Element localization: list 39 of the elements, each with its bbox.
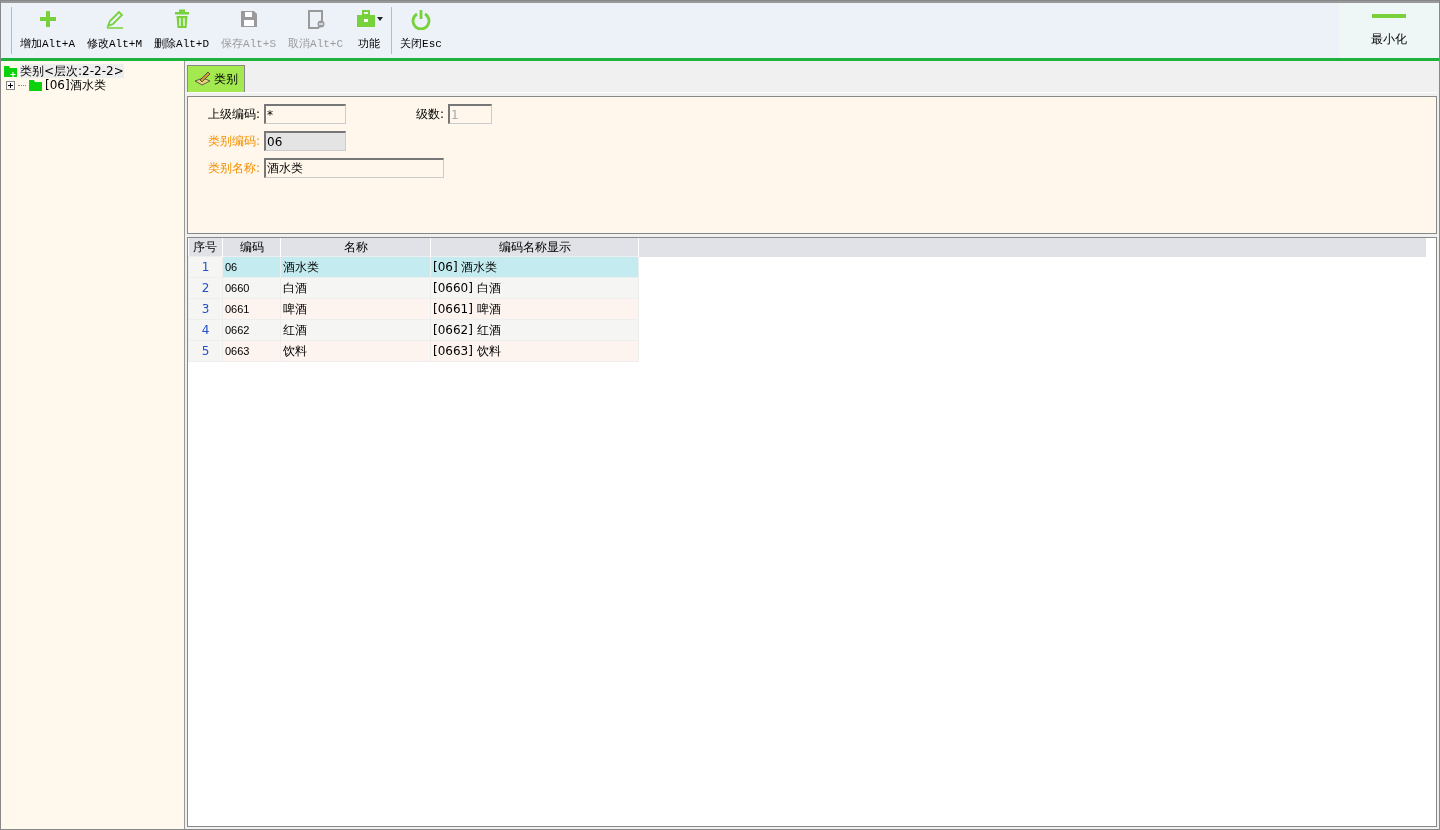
caret-icon: [377, 17, 384, 22]
minimize-icon: [1372, 13, 1406, 18]
pencil-icon: [103, 8, 126, 31]
row-number: 2: [188, 277, 223, 299]
input-field[interactable]: 06: [264, 131, 347, 151]
pencil-book-icon: [194, 71, 212, 87]
table-cell: [0661] 啤酒: [430, 298, 639, 320]
edit-button[interactable]: 修改Alt+M: [81, 3, 149, 58]
table-cell: [0662] 红酒: [430, 319, 639, 341]
table-cell: [06] 酒水类: [430, 256, 639, 278]
add-button[interactable]: 增加Alt+A: [14, 3, 81, 58]
row-number: 1: [188, 256, 223, 278]
row-number: 4: [188, 319, 223, 341]
field-label: 级数:: [415, 106, 445, 123]
table-cell: [0663] 饮料: [430, 340, 639, 362]
row-number: 5: [188, 340, 223, 362]
expand-toggle-icon[interactable]: [6, 80, 15, 90]
column-header: 名称: [280, 238, 431, 257]
table-cell: [0660] 白酒: [430, 277, 639, 299]
power-button[interactable]: 关闭Esc: [394, 3, 448, 58]
field-label: 类别编码:: [208, 133, 261, 150]
tab[interactable]: 类别: [187, 65, 245, 92]
input-field[interactable]: 酒水类: [264, 158, 445, 178]
tree-item[interactable]: 类别<层次:2-2-2>: [20, 64, 124, 78]
delete-button[interactable]: 删除Alt+D: [148, 3, 216, 58]
power-icon: [410, 8, 432, 31]
folder-icon: [4, 65, 17, 77]
column-header: 编码: [222, 238, 281, 257]
field-label: 上级编码:: [208, 106, 261, 123]
field-label: 类别名称:: [208, 160, 261, 177]
minimize-button[interactable]: 最小化: [1339, 3, 1439, 58]
column-header: 序号: [188, 238, 223, 257]
row-number: 3: [188, 298, 223, 320]
input-field[interactable]: *: [264, 104, 347, 124]
table-cell: 06: [222, 256, 281, 278]
tools-button[interactable]: 功能: [349, 3, 390, 58]
tree-item[interactable]: [06]酒水类: [45, 78, 106, 92]
table-cell: 酒水类: [280, 256, 431, 278]
column-header: 编码名称显示: [430, 238, 639, 257]
